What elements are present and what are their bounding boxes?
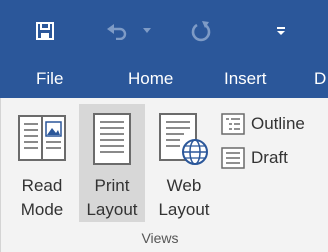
customize-qat-icon xyxy=(276,26,286,36)
ribbon-views-group: Read Mode Print Layout Web Layout Outlin… xyxy=(0,98,328,252)
undo-icon xyxy=(106,22,128,40)
redo-icon xyxy=(190,20,212,42)
draft-button[interactable]: Draft xyxy=(221,144,288,172)
read-mode-label-line2: Mode xyxy=(20,200,64,219)
save-button[interactable] xyxy=(32,18,58,44)
undo-dropdown-button[interactable] xyxy=(140,18,154,44)
tab-insert[interactable]: Insert xyxy=(224,68,267,90)
read-mode-icon xyxy=(17,112,67,169)
web-layout-label-line1: Web xyxy=(166,176,202,195)
print-layout-button[interactable]: Print Layout xyxy=(79,104,145,222)
outline-button[interactable]: Outline xyxy=(221,110,305,138)
web-layout-icon xyxy=(158,112,210,173)
ribbon-tabs: File Home Insert D xyxy=(0,60,328,98)
chevron-down-icon xyxy=(143,28,151,34)
print-layout-icon xyxy=(92,112,132,171)
save-icon xyxy=(36,22,54,40)
outline-label: Outline xyxy=(251,114,305,133)
quick-access-toolbar xyxy=(0,0,328,60)
print-layout-label-line1: Print xyxy=(94,176,130,195)
undo-button[interactable] xyxy=(104,18,130,44)
title-bar: File Home Insert D xyxy=(0,0,328,98)
views-group-label: Views xyxy=(141,230,179,246)
read-mode-label-line1: Read xyxy=(21,176,63,195)
tab-design[interactable]: D xyxy=(314,68,326,90)
print-layout-label-line2: Layout xyxy=(86,200,138,219)
draft-icon xyxy=(221,147,245,169)
redo-button[interactable] xyxy=(188,18,214,44)
web-layout-label-line2: Layout xyxy=(158,200,210,219)
draft-label: Draft xyxy=(251,148,288,167)
outline-icon xyxy=(221,113,245,135)
read-mode-button[interactable]: Read Mode xyxy=(9,104,75,222)
tab-file[interactable]: File xyxy=(36,68,63,90)
customize-qat-button[interactable] xyxy=(272,18,290,44)
web-layout-button[interactable]: Web Layout xyxy=(151,104,217,222)
tab-home[interactable]: Home xyxy=(128,68,173,90)
